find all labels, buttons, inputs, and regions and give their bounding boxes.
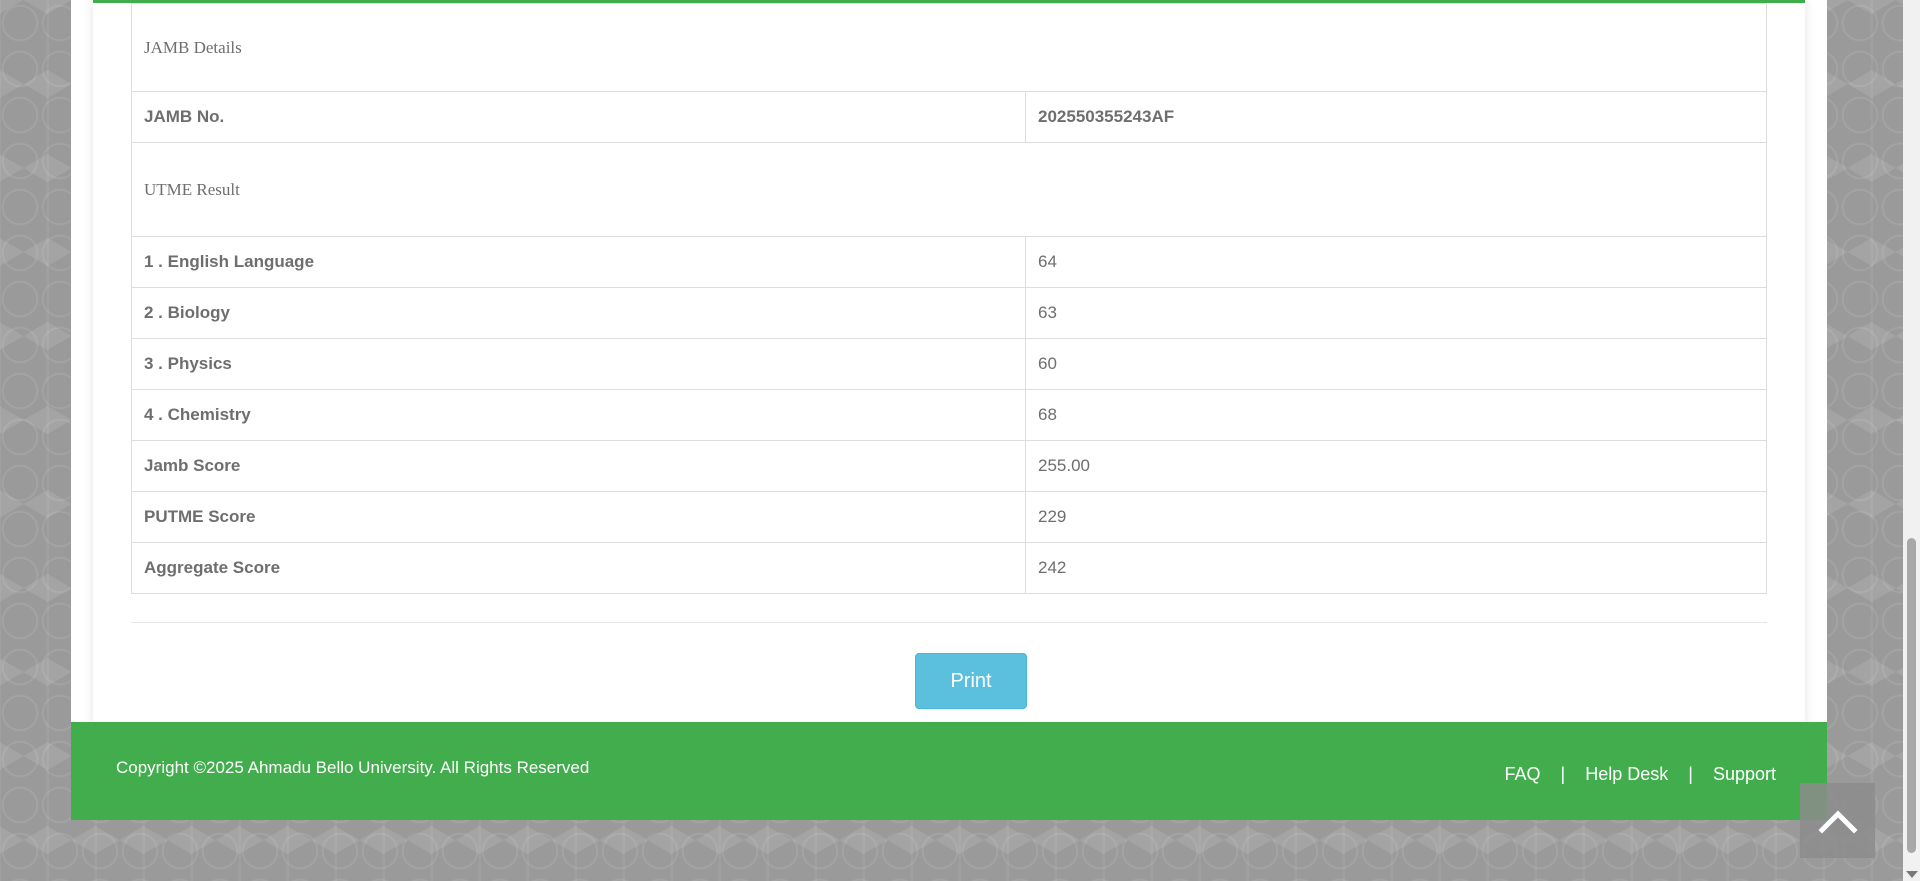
aggregate-score-label: Aggregate Score xyxy=(131,542,1026,594)
results-panel: JAMB Details JAMB No. 202550355243AF UTM… xyxy=(93,0,1805,722)
table-row: JAMB No. 202550355243AF xyxy=(131,91,1767,143)
jamb-details-title: JAMB Details xyxy=(131,3,1767,92)
table-row: Aggregate Score 242 xyxy=(131,542,1767,594)
footer-separator: | xyxy=(1688,764,1693,784)
subject-label: 4 . Chemistry xyxy=(131,389,1026,441)
utme-heading-row: UTME Result xyxy=(131,142,1767,237)
scroll-down-arrow-icon[interactable] xyxy=(1906,871,1918,878)
putme-score-value: 229 xyxy=(1025,491,1767,543)
divider xyxy=(131,622,1767,623)
scrollbar-thumb[interactable] xyxy=(1907,538,1916,853)
table-row: 2 . Biology 63 xyxy=(131,287,1767,339)
subject-label: 1 . English Language xyxy=(131,236,1026,288)
chevron-up-icon xyxy=(1817,809,1858,834)
jamb-no-value: 202550355243AF xyxy=(1025,91,1767,143)
footer-links: FAQ | Help Desk | Support xyxy=(1505,764,1776,785)
vertical-scrollbar[interactable] xyxy=(1903,0,1920,881)
putme-score-label: PUTME Score xyxy=(131,491,1026,543)
subject-label: 3 . Physics xyxy=(131,338,1026,390)
print-button[interactable]: Print xyxy=(915,653,1027,709)
subject-score: 68 xyxy=(1025,389,1767,441)
subject-label: 2 . Biology xyxy=(131,287,1026,339)
subject-score: 64 xyxy=(1025,236,1767,288)
jamb-no-label: JAMB No. xyxy=(131,91,1026,143)
subject-score: 60 xyxy=(1025,338,1767,390)
utme-result-title: UTME Result xyxy=(131,142,1767,237)
subject-score: 63 xyxy=(1025,287,1767,339)
footer-link-support[interactable]: Support xyxy=(1713,764,1776,785)
scroll-to-top-button[interactable] xyxy=(1800,783,1875,858)
footer-separator: | xyxy=(1560,764,1566,784)
copyright-text: Copyright ©2025 Ahmadu Bello University.… xyxy=(116,758,590,777)
table-row: 1 . English Language 64 xyxy=(131,236,1767,288)
table-row: Jamb Score 255.00 xyxy=(131,440,1767,492)
jamb-details-table: JAMB Details JAMB No. 202550355243AF UTM… xyxy=(131,3,1767,594)
aggregate-score-value: 242 xyxy=(1025,542,1767,594)
footer-link-faq[interactable]: FAQ xyxy=(1505,764,1541,785)
page-wrapper: JAMB Details JAMB No. 202550355243AF UTM… xyxy=(71,0,1827,820)
jamb-score-label: Jamb Score xyxy=(131,440,1026,492)
jamb-heading-row: JAMB Details xyxy=(131,3,1767,92)
footer: Copyright ©2025 Ahmadu Bello University.… xyxy=(71,722,1827,820)
table-row: PUTME Score 229 xyxy=(131,491,1767,543)
table-row: 3 . Physics 60 xyxy=(131,338,1767,390)
table-row: 4 . Chemistry 68 xyxy=(131,389,1767,441)
footer-link-help-desk[interactable]: Help Desk xyxy=(1585,764,1668,785)
jamb-score-value: 255.00 xyxy=(1025,440,1767,492)
